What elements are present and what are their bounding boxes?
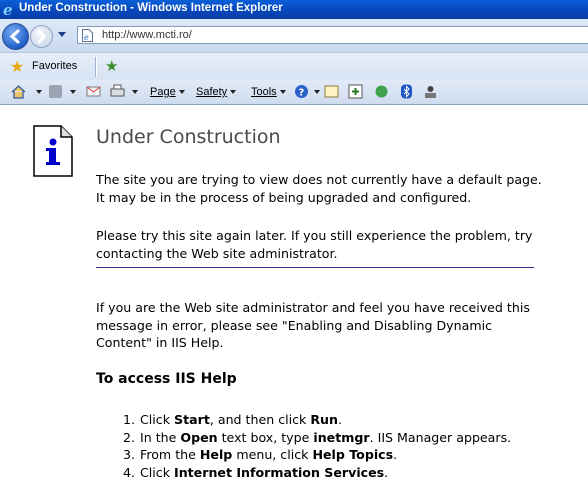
page-menu[interactable]: Page: [150, 84, 185, 100]
retry-paragraph: Please try this site again later. If you…: [96, 228, 533, 261]
messenger-icon[interactable]: [374, 84, 389, 99]
svg-text:e: e: [84, 33, 89, 42]
address-bar[interactable]: e http://www.mcti.ro/: [77, 26, 588, 44]
forward-button[interactable]: [30, 25, 53, 48]
list-item: Click Start, and then click Run.: [139, 411, 539, 429]
title-bar: e Under Construction - Windows Internet …: [0, 0, 588, 19]
add-to-favorites-icon[interactable]: ★: [105, 58, 118, 74]
help-icon[interactable]: ?: [294, 84, 309, 99]
favorites-button[interactable]: Favorites: [32, 60, 77, 72]
research-icon[interactable]: [324, 84, 339, 99]
mail-icon[interactable]: [86, 84, 101, 99]
command-bar: Page Safety Tools ?: [0, 80, 588, 105]
window-title: Under Construction - Windows Internet Ex…: [19, 2, 283, 14]
svg-text:?: ?: [299, 88, 305, 99]
toolbar-separator: [95, 57, 97, 77]
add-on-icon[interactable]: [348, 84, 363, 99]
home-icon[interactable]: [11, 84, 26, 99]
page-content: Under Construction The site you are tryi…: [0, 105, 588, 503]
print-icon[interactable]: [110, 84, 125, 99]
navigation-bar: e http://www.mcti.ro/: [0, 19, 588, 52]
help-steps: Click Start, and then click Run. In the …: [96, 411, 539, 481]
tools-menu[interactable]: Tools: [251, 84, 286, 100]
forward-arrow-icon: [37, 29, 47, 44]
admin-paragraph: If you are the Web site administrator an…: [96, 300, 530, 350]
address-url[interactable]: http://www.mcti.ro/: [102, 29, 192, 41]
bluetooth-icon[interactable]: [399, 84, 414, 99]
page-icon: e: [82, 29, 93, 42]
info-icon: [33, 125, 73, 177]
list-item: From the Help menu, click Help Topics.: [139, 446, 539, 464]
safety-menu[interactable]: Safety: [196, 84, 237, 100]
favorites-bar: ★ Favorites ★: [0, 52, 588, 81]
research-user-icon[interactable]: [423, 84, 438, 99]
back-button[interactable]: [2, 23, 29, 50]
list-item: Click Internet Information Services.: [139, 464, 539, 482]
page-heading: Under Construction: [96, 126, 281, 148]
print-dropdown[interactable]: [129, 84, 138, 100]
home-dropdown[interactable]: [33, 84, 42, 100]
intro-paragraph: The site you are trying to view does not…: [96, 172, 542, 205]
divider: [96, 267, 534, 268]
feeds-dropdown[interactable]: [67, 84, 76, 100]
ie-logo-icon: e: [3, 2, 13, 17]
back-arrow-icon: [9, 29, 20, 44]
help-dropdown[interactable]: [311, 84, 320, 100]
recent-pages-dropdown[interactable]: [58, 32, 66, 37]
favorites-star-icon[interactable]: ★: [10, 59, 24, 75]
svg-text:e: e: [3, 2, 13, 17]
help-heading: To access IIS Help: [96, 371, 237, 387]
list-item: In the Open text box, type inetmgr. IIS …: [139, 429, 539, 447]
feeds-icon[interactable]: [48, 84, 63, 99]
